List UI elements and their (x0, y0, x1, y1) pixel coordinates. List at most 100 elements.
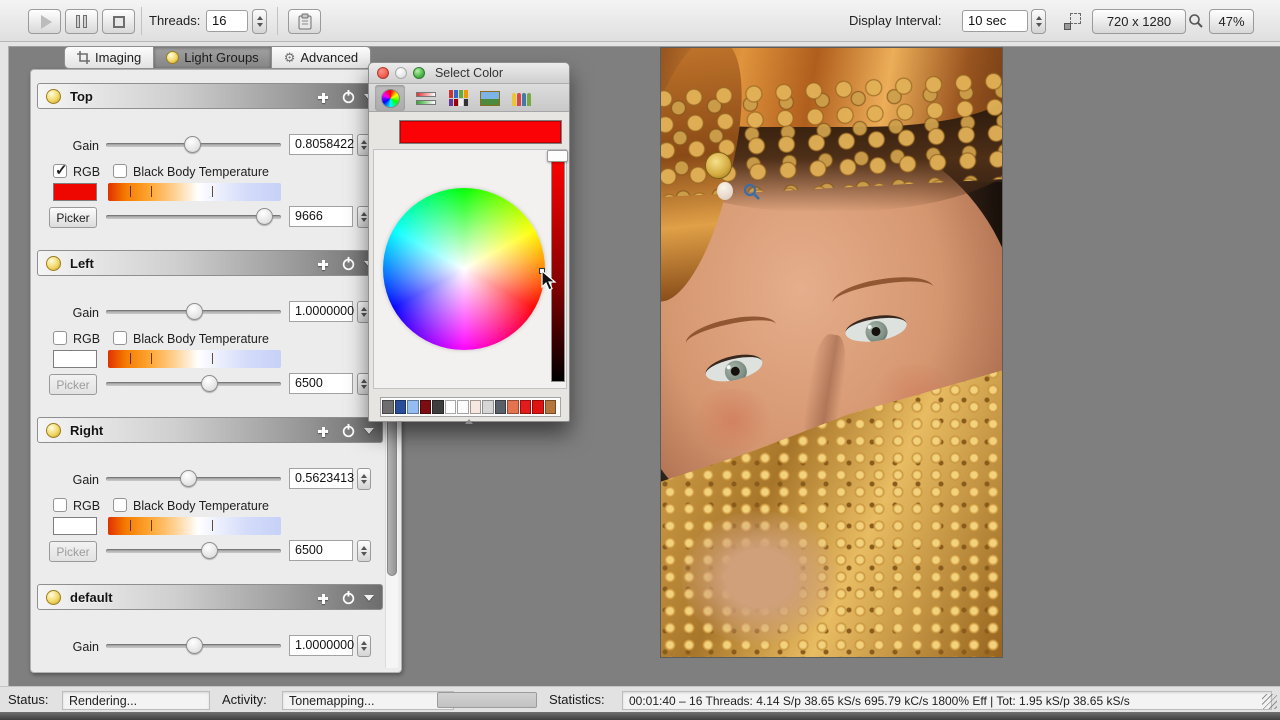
tab-advanced[interactable]: ⚙ Advanced (272, 46, 371, 69)
add-icon[interactable] (316, 424, 330, 438)
color-swatch[interactable] (470, 400, 482, 414)
group-header-top[interactable]: Top (37, 83, 383, 109)
brightness-slider[interactable] (551, 155, 565, 382)
tab-imaging[interactable]: Imaging (64, 46, 154, 69)
picker-value-field[interactable]: 6500 (289, 540, 353, 561)
add-icon[interactable] (316, 591, 330, 605)
color-swatch[interactable] (457, 400, 469, 414)
color-swatch[interactable] (420, 400, 432, 414)
color-swatch[interactable] (482, 400, 494, 414)
threads-stepper[interactable] (252, 9, 267, 34)
rgb-checkbox[interactable] (53, 498, 67, 512)
rgb-checkbox[interactable] (53, 164, 67, 178)
dialog-titlebar[interactable]: Select Color (369, 63, 569, 84)
display-interval-label: Display Interval: (849, 0, 941, 42)
color-swatch[interactable] (545, 400, 557, 414)
picker-slider[interactable] (106, 374, 281, 394)
temperature-gradient-bar[interactable] (108, 350, 281, 368)
picker-stepper[interactable] (357, 540, 371, 562)
palette-mode-button[interactable] (443, 85, 473, 111)
color-swatch[interactable] (382, 400, 394, 414)
group-color-swatch[interactable] (53, 183, 97, 201)
color-swatch[interactable] (532, 400, 544, 414)
picker-button[interactable]: Picker (49, 374, 97, 395)
group-header-default[interactable]: default (37, 584, 383, 610)
gain-value-field[interactable]: 1.0000000 (289, 301, 353, 322)
pause-icon (76, 15, 87, 28)
activity-field: Tonemapping... (282, 691, 454, 710)
gain-stepper[interactable] (357, 635, 371, 657)
pause-button[interactable] (65, 9, 98, 34)
power-icon[interactable] (341, 256, 356, 271)
group-header-left[interactable]: Left (37, 250, 383, 276)
color-wheel-mode-button[interactable] (375, 85, 405, 111)
zoom-level-button[interactable]: 47% (1209, 9, 1254, 34)
close-icon[interactable] (377, 67, 389, 79)
picker-button[interactable]: Picker (49, 207, 97, 228)
threads-input[interactable]: 16 (206, 10, 248, 32)
group-color-swatch[interactable] (53, 517, 97, 535)
chevron-down-icon[interactable] (364, 595, 374, 601)
group-color-swatch[interactable] (53, 350, 97, 368)
threads-label: Threads: (149, 0, 200, 42)
palette-icon (449, 90, 468, 106)
color-swatch[interactable] (395, 400, 407, 414)
crayons-mode-button[interactable] (507, 85, 537, 111)
picker-value-field[interactable]: 6500 (289, 373, 353, 394)
bbt-checkbox[interactable] (113, 498, 127, 512)
gain-value-field[interactable]: 0.5623413 (289, 468, 353, 489)
statistics-label: Statistics: (549, 687, 605, 713)
color-swatch[interactable] (445, 400, 457, 414)
progress-bar (437, 692, 537, 708)
gain-stepper[interactable] (357, 468, 371, 490)
gain-slider[interactable] (106, 302, 281, 322)
zoom-window-icon[interactable] (413, 67, 425, 79)
image-mode-button[interactable] (475, 85, 505, 111)
brightness-slider-handle[interactable] (547, 150, 568, 162)
resize-grip[interactable] (1262, 694, 1277, 709)
image-palette-icon (480, 91, 500, 106)
bbt-checkbox[interactable] (113, 164, 127, 178)
color-swatch[interactable] (407, 400, 419, 414)
magnifier-picker-icon[interactable] (743, 183, 761, 201)
sliders-mode-button[interactable] (411, 85, 441, 111)
display-interval-input[interactable]: 10 sec (962, 10, 1028, 32)
picker-slider[interactable] (106, 207, 281, 227)
power-icon[interactable] (341, 89, 356, 104)
minimize-icon[interactable] (395, 67, 407, 79)
bbt-checkbox[interactable] (113, 331, 127, 345)
drawer-grip-icon[interactable] (465, 419, 473, 424)
color-swatch[interactable] (495, 400, 507, 414)
color-swatch[interactable] (432, 400, 444, 414)
temperature-gradient-bar[interactable] (108, 183, 281, 201)
resolution-button[interactable]: 720 x 1280 (1092, 9, 1186, 34)
gain-slider[interactable] (106, 135, 281, 155)
group-header-right[interactable]: Right (37, 417, 383, 443)
gain-value-field[interactable]: 1.0000000 (289, 635, 353, 656)
picker-value-field[interactable]: 9666 (289, 206, 353, 227)
add-icon[interactable] (316, 257, 330, 271)
stop-button[interactable] (102, 9, 135, 34)
status-bar: Status: Rendering... Activity: Tonemappi… (0, 686, 1280, 712)
rgb-checkbox[interactable] (53, 331, 67, 345)
copy-button[interactable] (288, 9, 321, 34)
gain-slider[interactable] (106, 636, 281, 656)
color-swatch[interactable] (507, 400, 519, 414)
temperature-gradient-bar[interactable] (108, 517, 281, 535)
bbt-label: Black Body Temperature (133, 332, 269, 346)
add-icon[interactable] (316, 90, 330, 104)
display-interval-stepper[interactable] (1031, 9, 1046, 34)
crop-icon (77, 51, 90, 64)
gain-slider[interactable] (106, 469, 281, 489)
gain-value-field[interactable]: 0.8058422 (289, 134, 353, 155)
chevron-down-icon[interactable] (364, 428, 374, 434)
tab-light-groups[interactable]: Light Groups (154, 46, 271, 69)
picker-button[interactable]: Picker (49, 541, 97, 562)
color-wheel[interactable] (383, 188, 545, 350)
gain-label: Gain (31, 139, 99, 153)
play-button[interactable] (28, 9, 61, 34)
power-icon[interactable] (341, 423, 356, 438)
picker-slider[interactable] (106, 541, 281, 561)
power-icon[interactable] (341, 590, 356, 605)
color-swatch[interactable] (520, 400, 532, 414)
